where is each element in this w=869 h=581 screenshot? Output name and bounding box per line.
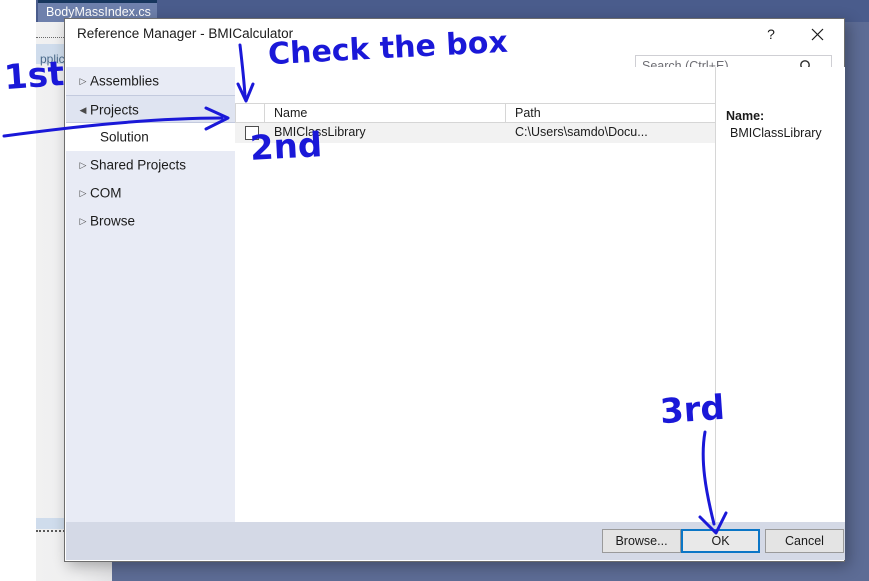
- dialog-title: Reference Manager - BMICalculator: [77, 26, 294, 41]
- tree-item-label: COM: [90, 185, 122, 201]
- detail-panel: Name: BMIClassLibrary: [715, 67, 845, 542]
- column-header-name[interactable]: Name: [274, 106, 307, 120]
- annotation-label-3rd: 3rd: [658, 387, 727, 433]
- column-separator: [264, 104, 265, 123]
- row-path: C:\Users\samdo\Docu...: [515, 125, 648, 139]
- chevron-right-icon: ▷: [79, 160, 87, 171]
- tree-item-browse[interactable]: ▷ Browse: [66, 207, 235, 235]
- chevron-down-icon: ◀: [79, 105, 87, 116]
- annotation-label-1st: 1st: [2, 53, 66, 99]
- help-button[interactable]: ?: [754, 21, 788, 47]
- tree-item-com[interactable]: ▷ COM: [66, 179, 235, 207]
- column-header-path[interactable]: Path: [515, 106, 541, 120]
- column-separator: [505, 104, 506, 123]
- detail-name-value: BMIClassLibrary: [730, 126, 822, 140]
- reference-manager-dialog: Reference Manager - BMICalculator ? ▷Ass…: [64, 18, 845, 562]
- list-header: Name Path: [235, 103, 715, 123]
- tree-item-label: Projects: [90, 102, 139, 118]
- tree-item-label: Browse: [90, 213, 136, 229]
- dialog-footer: Browse... OK Cancel: [66, 522, 845, 560]
- tree-item-label: Assemblies: [90, 73, 160, 89]
- close-icon[interactable]: [800, 21, 834, 47]
- tree-item-assemblies[interactable]: ▷ Assemblies: [66, 67, 235, 95]
- chevron-right-icon: ▷: [79, 216, 87, 227]
- ok-button[interactable]: OK: [681, 529, 760, 553]
- tree-item-solution[interactable]: Solution: [66, 123, 235, 151]
- tree-item-shared-projects[interactable]: ▷ Shared Projects: [66, 151, 235, 179]
- detail-name-label: Name:: [726, 109, 765, 123]
- cancel-button[interactable]: Cancel: [765, 529, 844, 553]
- annotation-label-2nd: 2nd: [249, 125, 324, 169]
- category-tree: ▷ Assemblies ◀ Projects Solution ▷ Shared P…: [66, 67, 235, 542]
- tree-item-projects[interactable]: ◀ Projects: [66, 95, 235, 123]
- chevron-right-icon: ▷: [79, 188, 87, 199]
- tree-item-label: Shared Projects: [90, 157, 187, 173]
- tree-item-label: Solution: [100, 129, 149, 145]
- chevron-right-icon: ▷: [79, 76, 87, 87]
- browse-button[interactable]: Browse...: [602, 529, 681, 553]
- column-separator: [235, 104, 236, 123]
